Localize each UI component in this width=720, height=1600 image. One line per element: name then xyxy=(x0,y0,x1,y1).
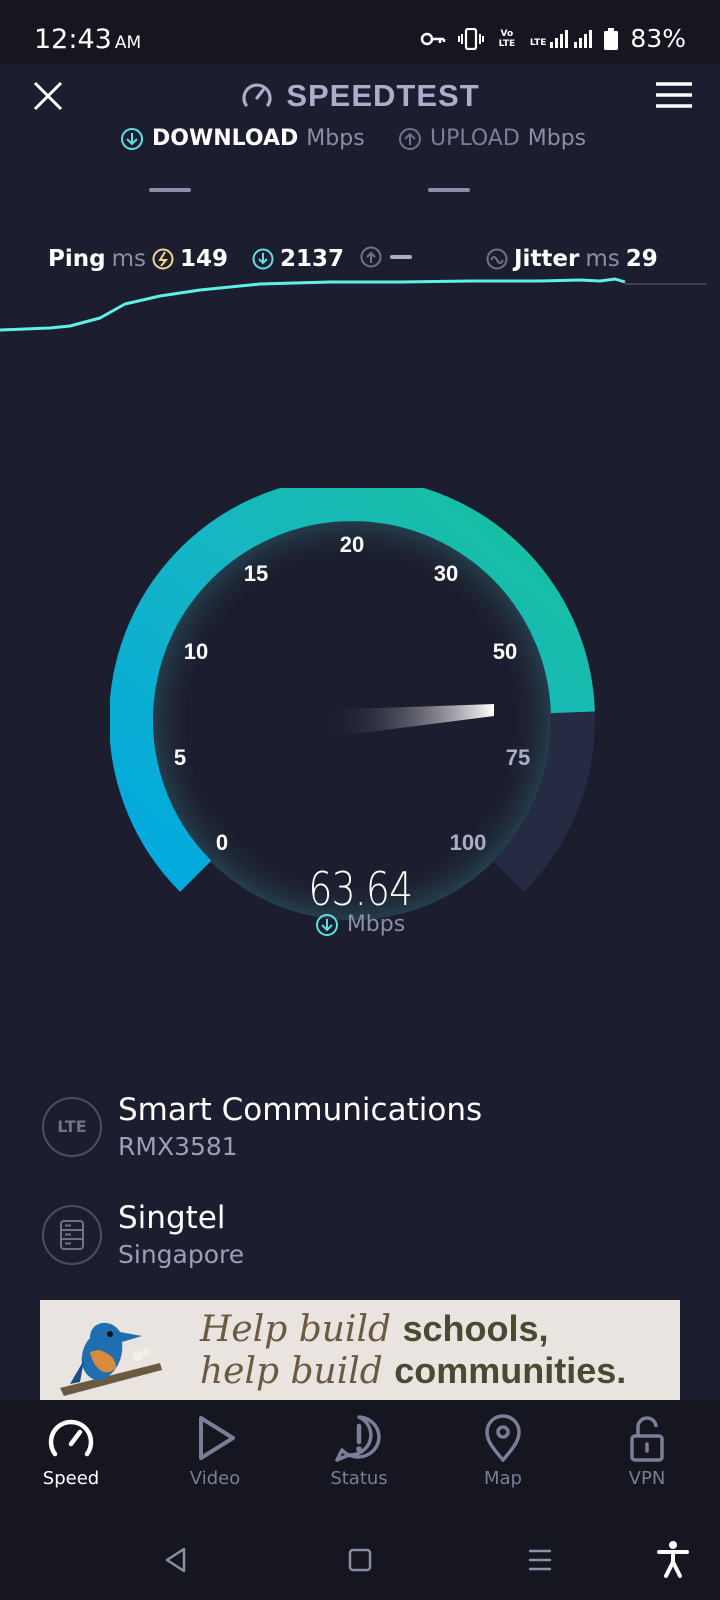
upload-value-placeholder xyxy=(428,188,470,192)
key-icon xyxy=(420,32,446,45)
tab-upload[interactable]: UPLOAD Mbps xyxy=(398,126,586,151)
gauge-tick-15: 15 xyxy=(244,561,268,586)
nav-vpn[interactable]: VPN xyxy=(592,1414,702,1489)
battery-percent: 83% xyxy=(630,24,686,53)
server-location: Singapore xyxy=(118,1240,245,1269)
kingfisher-image xyxy=(60,1322,162,1396)
upload-latency-stat xyxy=(360,246,412,268)
nav-status[interactable]: Status xyxy=(304,1414,414,1489)
speed-value: 63.64 xyxy=(308,862,413,916)
nav-video[interactable]: Video xyxy=(160,1414,270,1489)
download-latency-stat: 2137 xyxy=(252,246,344,272)
nav-map[interactable]: Map xyxy=(448,1414,558,1489)
upload-arrow-icon xyxy=(399,127,421,150)
jitter-stat: Jitter ms 29 xyxy=(486,246,658,272)
download-arrow-icon xyxy=(121,127,143,150)
ping-icon xyxy=(152,248,174,270)
gauge-tick-100: 100 xyxy=(450,830,487,855)
play-icon xyxy=(199,1416,235,1460)
speed-graph xyxy=(0,277,706,332)
map-pin-icon xyxy=(485,1414,521,1462)
alert-icon xyxy=(335,1415,381,1462)
gauge-tick-20: 20 xyxy=(340,532,364,557)
provider-name: Smart Communications xyxy=(118,1092,483,1128)
gauge-tick-30: 30 xyxy=(434,561,458,586)
gauge-tick-10: 10 xyxy=(184,639,208,664)
status-bar: 12:43 AM Vo LTE LTE 83% xyxy=(0,0,720,64)
speedometer-icon xyxy=(48,1419,94,1457)
ad-line-2: help build communities. xyxy=(200,1350,627,1392)
download-latency-icon xyxy=(252,248,274,270)
vibrate-icon xyxy=(457,27,484,50)
unlock-icon xyxy=(630,1416,664,1462)
status-time: 12:43 AM xyxy=(34,24,142,55)
speedtest-logo-icon xyxy=(242,83,272,107)
server-icon xyxy=(42,1204,102,1265)
provider-info[interactable]: LTE Smart Communications RMX3581 xyxy=(42,1092,482,1161)
download-value-placeholder xyxy=(149,188,191,192)
speed-reading: 63.64 Mbps xyxy=(0,862,720,937)
battery-icon xyxy=(604,27,619,50)
tab-download[interactable]: DOWNLOAD Mbps xyxy=(120,126,365,151)
gauge-tick-0: 0 xyxy=(216,830,228,855)
hamburger-menu-icon[interactable] xyxy=(656,82,692,108)
server-info[interactable]: Singtel Singapore xyxy=(42,1200,244,1269)
download-arrow-icon xyxy=(315,913,338,936)
back-icon[interactable] xyxy=(162,1546,190,1574)
upload-latency-placeholder xyxy=(390,255,412,259)
recents-icon[interactable] xyxy=(526,1546,554,1574)
gauge-tick-5: 5 xyxy=(174,745,186,770)
upload-latency-icon xyxy=(360,246,382,268)
jitter-icon xyxy=(486,248,508,270)
server-name: Singtel xyxy=(118,1200,226,1236)
ad-line-1: Help build schools, xyxy=(200,1308,549,1350)
ping-stat: Ping ms 149 xyxy=(48,246,228,272)
volte-indicator: Vo LTE xyxy=(498,28,516,49)
lte-badge-icon: LTE xyxy=(42,1096,102,1157)
app-title: SPEEDTEST xyxy=(0,78,720,114)
ad-banner[interactable]: Help build schools, help build communiti… xyxy=(40,1300,680,1400)
result-tabs: DOWNLOAD Mbps UPLOAD Mbps xyxy=(0,126,720,156)
gauge-tick-75: 75 xyxy=(506,745,530,770)
status-icons: Vo LTE LTE 83% xyxy=(420,24,686,53)
gauge-tick-50: 50 xyxy=(493,639,517,664)
accessibility-icon[interactable] xyxy=(656,1540,690,1578)
nav-speed[interactable]: Speed xyxy=(16,1414,126,1489)
bottom-nav: Speed Video Status Map VPN xyxy=(0,1400,720,1600)
home-icon[interactable] xyxy=(346,1546,374,1574)
device-model: RMX3581 xyxy=(118,1132,238,1161)
signal-icon: LTE xyxy=(530,29,593,48)
